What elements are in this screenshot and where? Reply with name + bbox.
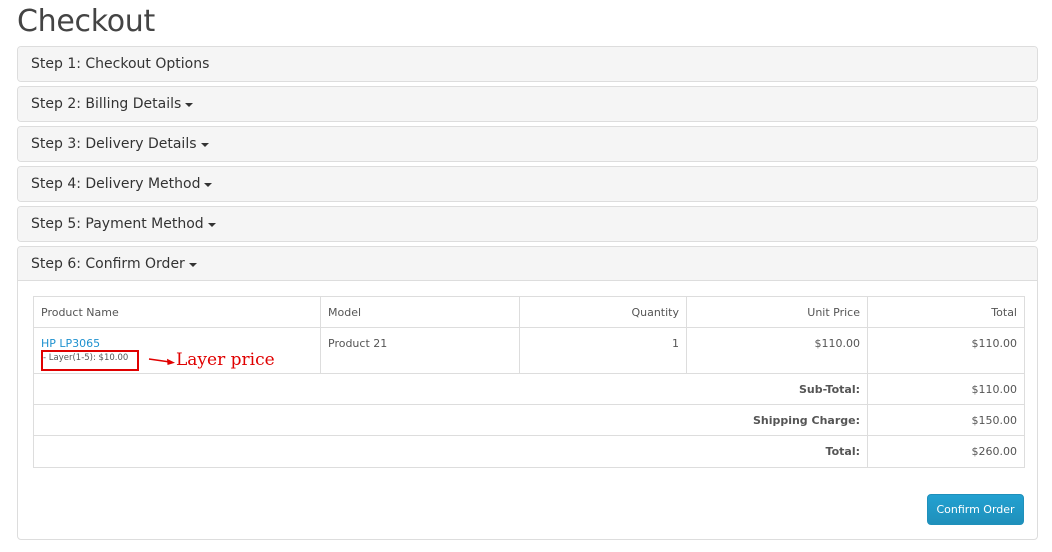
header-product-name: Product Name	[33, 296, 321, 328]
panel-step-4: Step 4: Delivery Method	[17, 166, 1038, 202]
step-5-heading[interactable]: Step 5: Payment Method	[18, 207, 1037, 241]
product-model-cell: Product 21	[320, 327, 520, 374]
step-2-heading[interactable]: Step 2: Billing Details	[18, 87, 1037, 121]
step-3-label: Step 3: Delivery Details	[31, 136, 197, 152]
step-4-label: Step 4: Delivery Method	[31, 176, 201, 192]
panel-step-3: Step 3: Delivery Details	[17, 126, 1038, 162]
panel-step-6: Step 6: Confirm Order Product Name Model…	[17, 246, 1038, 540]
header-unit-price: Unit Price	[686, 296, 868, 328]
total-value: $260.00	[867, 435, 1025, 468]
subtotal-label: Sub-Total:	[33, 373, 868, 405]
panel-step-1: Step 1: Checkout Options	[17, 46, 1038, 82]
caret-down-icon	[204, 183, 213, 187]
shipping-label: Shipping Charge:	[33, 404, 868, 436]
panel-step-2: Step 2: Billing Details	[17, 86, 1038, 122]
annotation-highlight-box	[41, 350, 139, 371]
step-3-heading[interactable]: Step 3: Delivery Details	[18, 127, 1037, 161]
header-quantity: Quantity	[519, 296, 687, 328]
order-table: Product Name Model Quantity Unit Price T…	[33, 296, 1025, 468]
product-total-cell: $110.00	[867, 327, 1025, 374]
total-row: Total: $260.00	[33, 435, 1025, 468]
caret-down-icon	[207, 223, 216, 227]
product-unit-price-cell: $110.00	[686, 327, 868, 374]
table-header-row: Product Name Model Quantity Unit Price T…	[33, 296, 1025, 328]
annotation-arrow-icon	[148, 358, 175, 365]
subtotal-row: Sub-Total: $110.00	[33, 373, 1025, 405]
header-model: Model	[320, 296, 520, 328]
step-1-label: Step 1: Checkout Options	[31, 56, 210, 72]
header-total: Total	[867, 296, 1025, 328]
confirm-order-button[interactable]: Confirm Order	[927, 494, 1024, 525]
step-6-heading[interactable]: Step 6: Confirm Order	[18, 247, 1037, 281]
product-quantity-cell: 1	[519, 327, 687, 374]
caret-down-icon	[200, 143, 209, 147]
product-link[interactable]: HP LP3065	[41, 337, 313, 350]
page-title: Checkout	[17, 4, 155, 39]
caret-down-icon	[185, 103, 194, 107]
step-1-heading[interactable]: Step 1: Checkout Options	[18, 47, 1037, 81]
shipping-value: $150.00	[867, 404, 1025, 436]
total-label: Total:	[33, 435, 868, 468]
annotation-label: Layer price	[176, 350, 275, 370]
caret-down-icon	[188, 262, 197, 267]
shipping-row: Shipping Charge: $150.00	[33, 404, 1025, 436]
subtotal-value: $110.00	[867, 373, 1025, 405]
step-5-label: Step 5: Payment Method	[31, 216, 204, 232]
step-4-heading[interactable]: Step 4: Delivery Method	[18, 167, 1037, 201]
step-2-label: Step 2: Billing Details	[31, 96, 182, 112]
panel-step-5: Step 5: Payment Method	[17, 206, 1038, 242]
step-6-label: Step 6: Confirm Order	[31, 255, 185, 272]
